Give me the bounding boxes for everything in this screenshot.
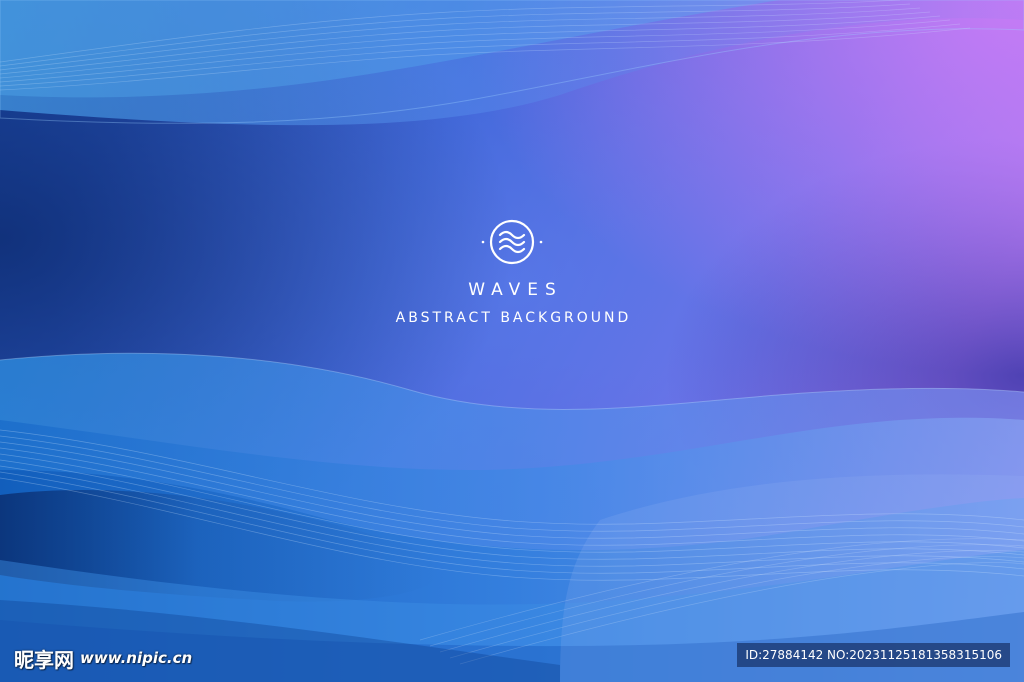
title-block: WAVES ABSTRACT BACKGROUND	[0, 218, 1024, 326]
watermark-logo: 昵享网 www.nipic.cn	[14, 645, 193, 672]
artwork-title: WAVES	[468, 280, 563, 300]
artwork-canvas: WAVES ABSTRACT BACKGROUND 昵享网 www.nipic.…	[0, 0, 1024, 682]
artwork-subtitle: ABSTRACT BACKGROUND	[395, 310, 632, 326]
wave-background	[0, 0, 1024, 682]
watermark-id: ID:27884142 NO:20231125181358315106	[737, 643, 1010, 667]
waves-icon	[462, 218, 562, 266]
watermark-url: www.nipic.cn	[80, 649, 193, 667]
watermark-brand: 昵享网	[14, 647, 74, 672]
